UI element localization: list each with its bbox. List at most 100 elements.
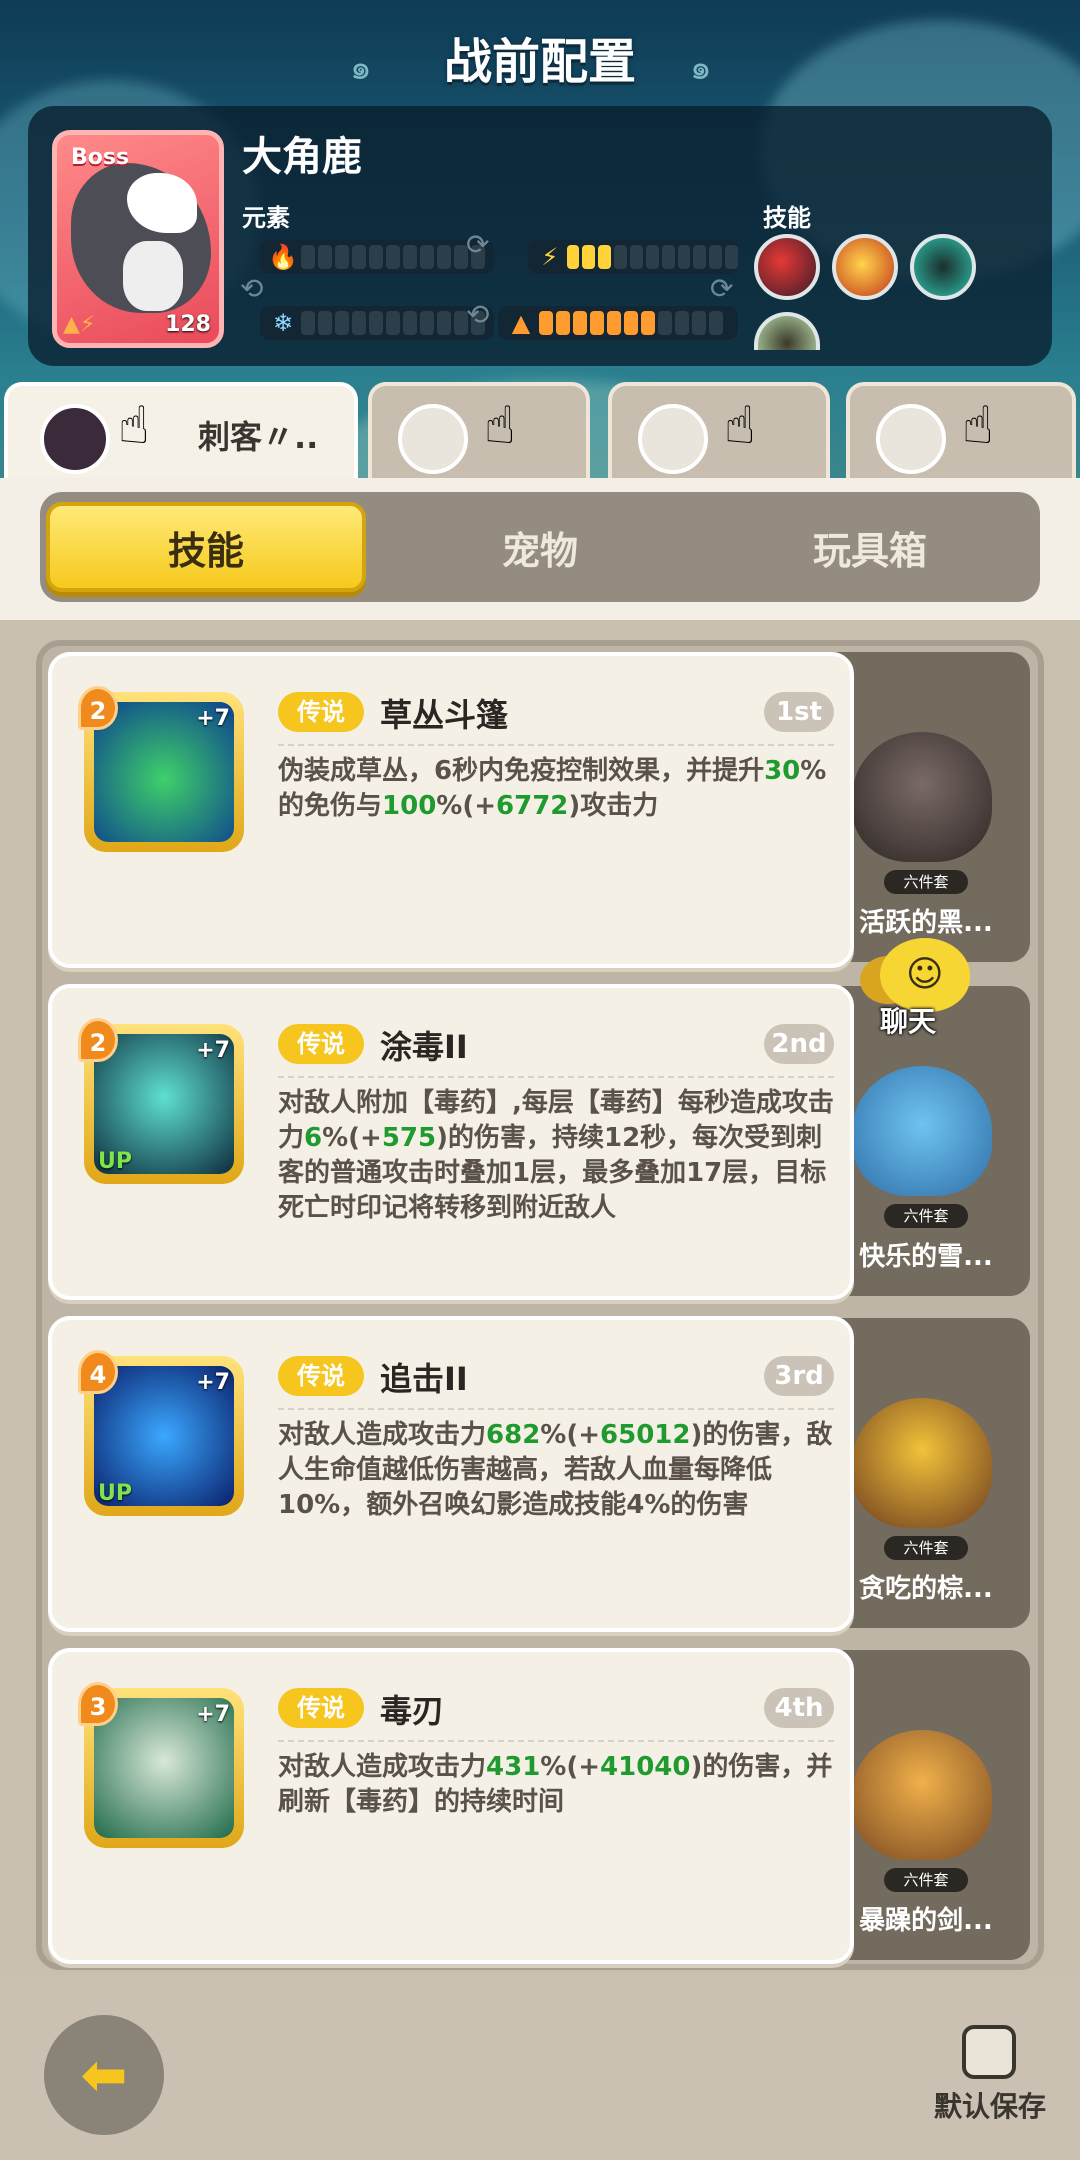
resistance-segment — [318, 311, 332, 335]
boss-portrait[interactable]: Boss ▲⚡ 128 — [52, 130, 224, 348]
skill-icon-frame: 2 +7 UP — [78, 1018, 244, 1184]
skill-card[interactable]: 2 +7 传说 草丛斗篷 1st 伪装成草丛，6秒内免疫控制效果，并提升30%的… — [48, 652, 854, 968]
skill-rank: 3rd — [764, 1356, 834, 1396]
highlight-value: 682 — [486, 1420, 541, 1450]
cycle-arrow-icon: ⟲ — [466, 298, 490, 331]
boss-skill-orb[interactable] — [832, 234, 898, 300]
skill-plus: +7 — [196, 1038, 230, 1063]
pet-name: 快乐的雪... — [859, 1242, 993, 1272]
boss-skill-orb[interactable] — [754, 234, 820, 300]
boss-panel: Boss ▲⚡ 128 大角鹿 元素 技能 🔥 ⚡ ❄ ▲ ⟳ ⟲ ⟳ ⟲ — [28, 106, 1052, 366]
sword-cat-pet-icon — [852, 1730, 992, 1860]
hero-avatar — [638, 404, 708, 474]
rarity-badge: 传说 — [278, 692, 364, 732]
hero-tab-assassin[interactable]: ☝ 刺客〃.. — [4, 382, 358, 482]
divider — [278, 744, 834, 746]
description-text: %(+ — [322, 1123, 382, 1153]
bear-pet-icon — [852, 1398, 992, 1528]
resistance-segment — [437, 245, 451, 269]
description-text: %(+ — [436, 791, 497, 821]
pet-name: 活跃的黑... — [859, 908, 993, 938]
resistance-segment — [386, 245, 400, 269]
resistance-segment — [709, 245, 723, 269]
resistance-segment — [420, 245, 434, 269]
skill-rank: 2nd — [764, 1024, 834, 1064]
hero-tab-4[interactable]: ☝ — [846, 382, 1076, 482]
skill-level-badge: 3 — [78, 1682, 118, 1726]
element-label: 元素 — [242, 204, 290, 232]
skill-description: 伪装成草丛，6秒内免疫控制效果，并提升30%的免伤与100%(+6772)攻击力 — [278, 754, 834, 824]
hero-avatar — [398, 404, 468, 474]
pet-set-badge: 六件套 — [884, 1536, 968, 1560]
bottom-bar: ⬅ 默认保存 — [0, 1975, 1080, 2160]
ice-resistance-bar: ❄ — [260, 306, 494, 340]
resistance-segment — [598, 245, 612, 269]
hand-point-icon: ☝ — [724, 396, 756, 456]
tab-skills[interactable]: 技能 — [46, 502, 366, 592]
hand-point-icon: ☝ — [118, 396, 150, 456]
resistance-segment — [661, 245, 675, 269]
tab-toybox[interactable]: 玩具箱 — [710, 502, 1030, 592]
resistance-segment — [614, 245, 627, 269]
pet-set-badge: 六件套 — [884, 1204, 968, 1228]
skill-icon-frame: 4 +7 UP — [78, 1350, 244, 1516]
skill-name: 毒刃 — [380, 1692, 445, 1730]
resistance-segment — [566, 245, 580, 269]
divider — [278, 1076, 834, 1078]
description-text: )攻击力 — [568, 791, 659, 821]
resistance-segment — [369, 311, 383, 335]
snowflake-icon: ❄ — [272, 309, 294, 337]
pet-name: 贪吃的棕... — [859, 1574, 993, 1604]
skill-card[interactable]: 3 +7 传说 毒刃 4th 对敌人造成攻击力431%(+41040)的伤害，并… — [48, 1648, 854, 1964]
resistance-segment — [692, 311, 706, 335]
tab-pets[interactable]: 宠物 — [380, 502, 700, 592]
resistance-segment — [709, 311, 723, 335]
resistance-segment — [369, 245, 383, 269]
back-button[interactable]: ⬅ — [44, 2015, 164, 2135]
boss-name: 大角鹿 — [242, 134, 362, 180]
chat-label[interactable]: 聊天 — [880, 1000, 936, 1040]
default-save-label: 默认保存 — [934, 2090, 1047, 2123]
boss-skill-orb[interactable] — [754, 312, 820, 350]
default-save-checkbox[interactable] — [962, 2025, 1016, 2079]
resistance-segment — [403, 245, 417, 269]
resistance-segment — [629, 245, 643, 269]
resistance-segment — [420, 311, 434, 335]
highlight-value: 6772 — [496, 791, 569, 821]
skill-card[interactable]: 2 +7 UP 传说 涂毒II 2nd 对敌人附加【毒药】,每层【毒药】每秒造成… — [48, 984, 854, 1300]
description-text: 伪装成草丛，6秒内免疫控制效果，并提升 — [278, 756, 765, 786]
cycle-arrow-icon: ⟲ — [240, 272, 264, 305]
skill-rank: 4th — [764, 1688, 834, 1728]
hand-point-icon: ☝ — [962, 396, 994, 456]
skill-name: 追击II — [380, 1360, 468, 1398]
resistance-segment — [301, 245, 315, 269]
resistance-segment — [675, 311, 689, 335]
resistance-segment — [386, 311, 400, 335]
hand-point-icon: ☝ — [484, 396, 516, 456]
boss-skill-orb[interactable] — [910, 234, 976, 300]
highlight-value: 65012 — [600, 1420, 691, 1450]
lightning-icon: ⚡ — [541, 243, 559, 271]
skill-name: 草丛斗篷 — [380, 696, 509, 734]
earth-icon: ▲ — [511, 309, 531, 337]
highlight-value: 100 — [382, 791, 437, 821]
description-text: 对敌人造成攻击力 — [278, 1420, 487, 1450]
fire-resistance-bar: 🔥 — [260, 240, 494, 274]
smiley-icon: ☺ — [906, 954, 944, 995]
boss-tag: Boss — [71, 145, 130, 170]
cycle-arrow-icon: ⟳ — [710, 272, 734, 305]
resistance-segment — [693, 245, 707, 269]
resistance-segment — [582, 245, 596, 269]
highlight-value: 575 — [381, 1123, 437, 1153]
skill-description: 对敌人附加【毒药】,每层【毒药】每秒造成攻击力6%(+575)的伤害，持续12秒… — [278, 1086, 834, 1226]
pet-name: 暴躁的剑... — [859, 1906, 993, 1936]
hero-tab-3[interactable]: ☝ — [608, 382, 830, 482]
skill-plus: +7 — [196, 1370, 230, 1395]
highlight-value: 6 — [304, 1123, 323, 1153]
resistance-segment — [318, 245, 332, 269]
cycle-arrow-icon: ⟳ — [466, 228, 490, 261]
boss-level: 128 — [165, 312, 211, 337]
hero-tab-2[interactable]: ☝ — [368, 382, 590, 482]
skill-card[interactable]: 4 +7 UP 传说 追击II 3rd 对敌人造成攻击力682%(+65012)… — [48, 1316, 854, 1632]
resistance-segment — [624, 311, 638, 335]
